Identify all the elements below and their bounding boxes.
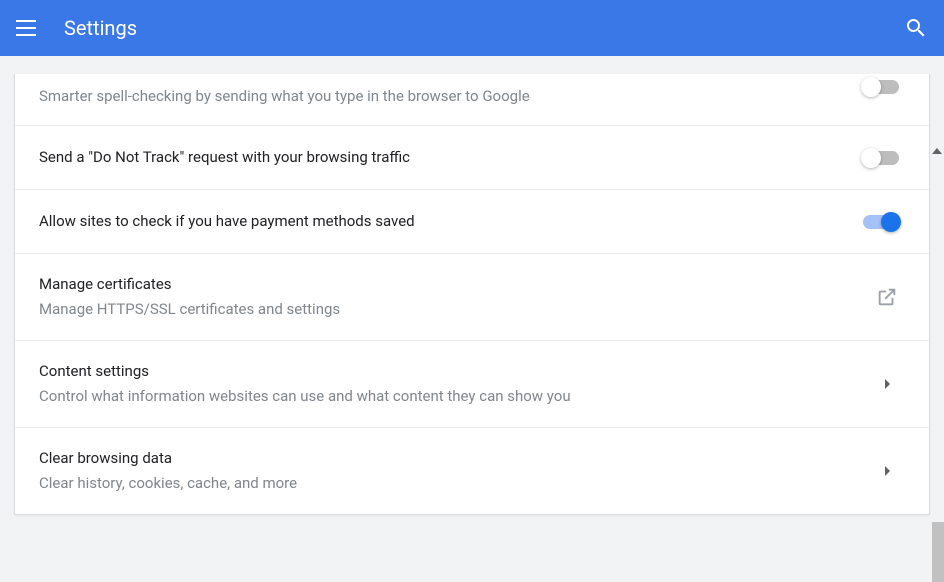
scrollbar-thumb[interactable] bbox=[932, 522, 944, 582]
app-header: Settings bbox=[0, 0, 944, 56]
toggle-spellcheck[interactable] bbox=[863, 80, 899, 94]
chevron-right-icon bbox=[875, 372, 899, 396]
setting-subtitle: Clear history, cookies, cache, and more bbox=[39, 473, 855, 494]
scrollbar-up-arrow[interactable] bbox=[932, 148, 942, 154]
setting-row-clear-browsing-data[interactable]: Clear browsing data Clear history, cooki… bbox=[15, 428, 929, 514]
toggle-payment-methods[interactable] bbox=[863, 215, 899, 229]
hamburger-menu-icon[interactable] bbox=[16, 16, 40, 40]
setting-row-do-not-track[interactable]: Send a "Do Not Track" request with your … bbox=[15, 126, 929, 190]
external-link-icon bbox=[875, 285, 899, 309]
setting-subtitle: Manage HTTPS/SSL certificates and settin… bbox=[39, 299, 855, 320]
setting-title: Allow sites to check if you have payment… bbox=[39, 211, 843, 232]
setting-title: Send a "Do Not Track" request with your … bbox=[39, 147, 843, 168]
chevron-right-icon bbox=[875, 459, 899, 483]
settings-card: Smarter spell-checking by sending what y… bbox=[14, 74, 930, 515]
setting-row-payment-methods[interactable]: Allow sites to check if you have payment… bbox=[15, 190, 929, 254]
setting-row-spellcheck[interactable]: Smarter spell-checking by sending what y… bbox=[15, 74, 929, 126]
toggle-do-not-track[interactable] bbox=[863, 151, 899, 165]
setting-subtitle: Control what information websites can us… bbox=[39, 386, 855, 407]
search-icon[interactable] bbox=[904, 16, 928, 40]
setting-subtitle: Smarter spell-checking by sending what y… bbox=[39, 86, 843, 107]
page-title: Settings bbox=[64, 16, 904, 40]
setting-title: Content settings bbox=[39, 361, 855, 382]
setting-row-manage-certificates[interactable]: Manage certificates Manage HTTPS/SSL cer… bbox=[15, 254, 929, 341]
content-area: Smarter spell-checking by sending what y… bbox=[0, 74, 944, 582]
setting-row-content-settings[interactable]: Content settings Control what informatio… bbox=[15, 341, 929, 428]
setting-title: Clear browsing data bbox=[39, 448, 855, 469]
setting-title: Manage certificates bbox=[39, 274, 855, 295]
